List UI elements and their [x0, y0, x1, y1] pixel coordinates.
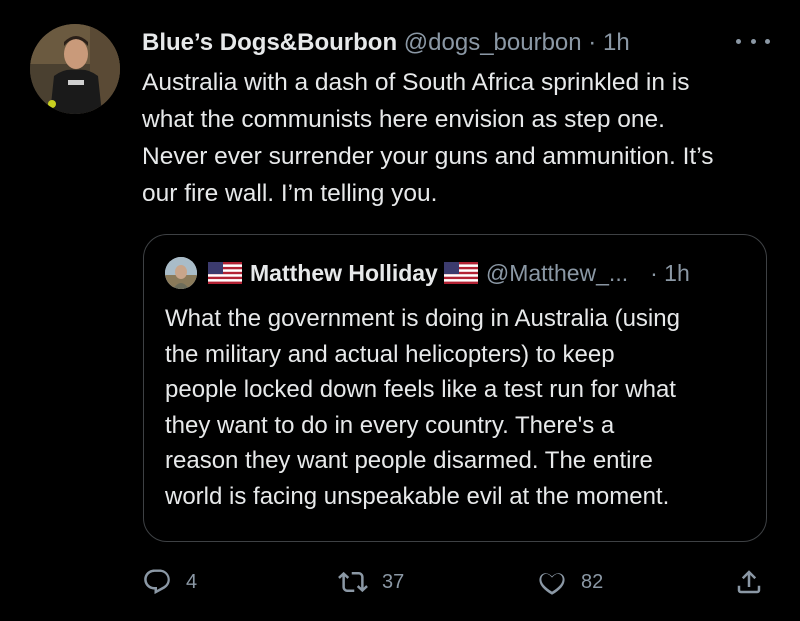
tweet-text-line: what the communists here envision as ste…	[142, 106, 665, 133]
quoted-text-line: people locked down feels like a test run…	[165, 376, 676, 403]
quoted-avatar-image	[165, 257, 197, 289]
quoted-text-line: reason they want people disarmed. The en…	[165, 447, 653, 474]
author-avatar-image	[30, 24, 120, 114]
quoted-text-line: world is facing unspeakable evil at the …	[165, 482, 670, 510]
share-button[interactable]	[734, 562, 764, 602]
tweet-text-line: our fire wall. I’m telling you.	[142, 180, 438, 207]
quoted-text-line: What the government is doing in Australi…	[165, 305, 680, 332]
separator-dot: ·	[588, 29, 597, 56]
quoted-time: 1h	[664, 260, 690, 286]
quoted-author-display-name[interactable]: Matthew Holliday	[250, 255, 438, 291]
like-button[interactable]: 82	[537, 562, 603, 602]
us-flag-icon	[443, 262, 478, 284]
tweet-timestamp[interactable]: 1h	[603, 29, 630, 56]
reply-icon	[144, 569, 170, 595]
quoted-timestamp: · 1h	[650, 255, 690, 291]
author-handle[interactable]: @dogs_bourbon	[404, 29, 582, 56]
quoted-text-line: they want to do in every country. There'…	[165, 411, 615, 439]
quoted-author-handle[interactable]: @Matthew_...	[486, 255, 628, 291]
tweet[interactable]: Blue’s Dogs&Bourbon @dogs_bourbon · 1h A…	[0, 0, 800, 621]
more-horizontal-icon[interactable]	[736, 28, 770, 54]
tweet-actions: 4 37 82	[142, 562, 772, 602]
retweet-count: 37	[382, 570, 405, 593]
tweet-text-line: Never ever surrender your guns and ammun…	[142, 143, 714, 170]
separator-dot: ·	[650, 260, 658, 286]
quoted-text-line: the military and actual helicopters) to …	[165, 340, 615, 368]
quoted-author-avatar[interactable]	[165, 257, 197, 289]
reply-count: 4	[186, 570, 198, 593]
quoted-tweet[interactable]: Matthew Holliday @Matthew_... · 1h What …	[143, 234, 767, 542]
us-flag-icon	[208, 262, 242, 284]
heart-icon	[539, 573, 565, 595]
quoted-tweet-header: Matthew Holliday @Matthew_... · 1h	[208, 255, 753, 291]
author-display-name[interactable]: Blue’s Dogs&Bourbon	[142, 29, 397, 56]
like-count: 82	[581, 570, 604, 593]
tweet-text: Australia with a dash of South Africa sp…	[142, 64, 782, 212]
retweet-button[interactable]: 37	[338, 562, 404, 602]
share-icon	[737, 570, 761, 594]
tweet-header: Blue’s Dogs&Bourbon @dogs_bourbon · 1h	[142, 26, 782, 60]
retweet-icon	[338, 571, 368, 593]
tweet-text-line: Australia with a dash of South Africa sp…	[142, 69, 690, 96]
reply-button[interactable]: 4	[142, 562, 197, 602]
quoted-tweet-text: What the government is doing in Australi…	[165, 301, 755, 514]
author-avatar[interactable]	[30, 24, 120, 114]
